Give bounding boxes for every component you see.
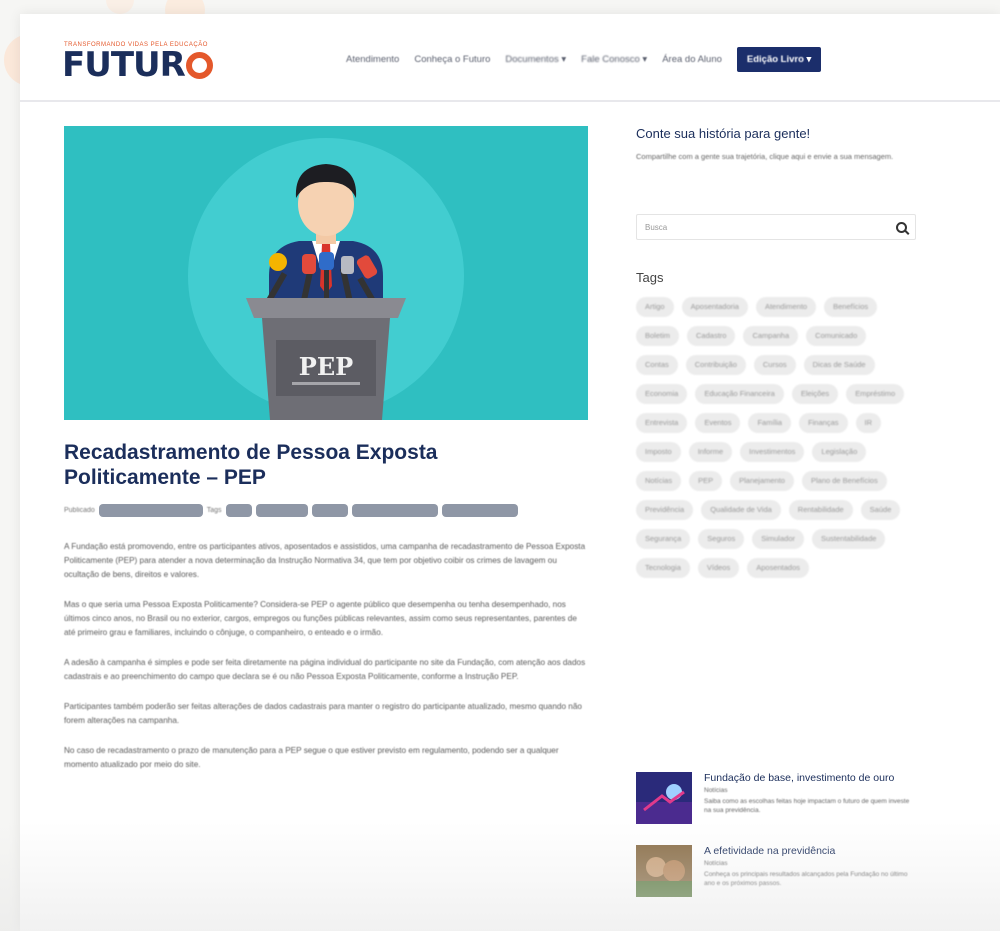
tag-chip[interactable]: Atendimento bbox=[755, 297, 817, 317]
tag-chip[interactable]: Comunicado bbox=[806, 326, 867, 346]
tag-chip[interactable]: Cursos bbox=[753, 355, 796, 375]
tag-chip[interactable]: Legislação bbox=[812, 442, 867, 462]
tag-chip[interactable]: Tecnologia bbox=[636, 558, 690, 578]
tag-chip[interactable]: Finanças bbox=[799, 413, 848, 433]
tag-chip[interactable]: Saúde bbox=[860, 500, 901, 520]
category-pill[interactable] bbox=[98, 504, 203, 517]
tags-title: Tags bbox=[636, 270, 664, 285]
article-title: Recadastramento de Pessoa Exposta Politi… bbox=[64, 441, 438, 489]
tag-chip[interactable]: Empréstimo bbox=[846, 384, 905, 404]
nav-item-atendimento[interactable]: Atendimento bbox=[346, 54, 399, 65]
site-logo[interactable]: TRANSFORMANDO VIDAS PELA EDUCAÇÃO FUTUR bbox=[62, 42, 213, 82]
story-text[interactable]: Compartilhe com a gente sua trajetória, … bbox=[636, 151, 916, 162]
tag-chip[interactable]: Educação Financeira bbox=[695, 384, 784, 404]
meta-prefix: Publicado bbox=[64, 507, 95, 514]
tag-chip[interactable]: Artigo bbox=[636, 297, 674, 317]
post-meta: Notícias bbox=[704, 860, 728, 867]
paragraph: A adesão à campanha é simples e pode ser… bbox=[64, 658, 586, 681]
tag-chip[interactable]: Cadastro bbox=[687, 326, 736, 346]
tag-chip[interactable]: Boletim bbox=[636, 326, 680, 346]
tag-chip[interactable]: Aposentadoria bbox=[681, 297, 748, 317]
tag-chip[interactable]: Contas bbox=[636, 355, 678, 375]
post-title[interactable]: Fundação de base, investimento de ouro bbox=[704, 772, 916, 784]
post-excerpt: Conheça os principais resultados alcança… bbox=[704, 871, 908, 887]
tag-pill[interactable] bbox=[351, 504, 438, 517]
site-header: TRANSFORMANDO VIDAS PELA EDUCAÇÃO FUTUR … bbox=[20, 14, 1000, 102]
tag-chip[interactable]: Dicas de Saúde bbox=[803, 355, 875, 375]
nav-item-fale-conosco[interactable]: Fale Conosco ▾ bbox=[581, 54, 647, 65]
nav-item-area-aluno[interactable]: Área do Aluno bbox=[662, 54, 722, 65]
tag-pill[interactable] bbox=[225, 504, 252, 517]
tag-chip[interactable]: Segurança bbox=[636, 529, 691, 549]
nav-item-documentos[interactable]: Documentos ▾ bbox=[505, 54, 566, 65]
article-body: A Fundação está promovendo, entre os par… bbox=[64, 540, 588, 788]
tag-chip[interactable]: Eleições bbox=[791, 384, 839, 404]
tag-chip[interactable]: Plano de Benefícios bbox=[801, 471, 887, 491]
tag-chip[interactable]: Rentabilidade bbox=[788, 500, 853, 520]
paragraph: No caso de recadastramento o prazo de ma… bbox=[64, 746, 559, 769]
sidebar: Conte sua história para gente! Compartil… bbox=[636, 126, 916, 578]
tag-chip[interactable]: Previdência bbox=[636, 500, 694, 520]
tag-chip[interactable]: Aposentados bbox=[747, 558, 810, 578]
hero-image: PEP bbox=[64, 126, 588, 420]
logo-wordmark: FUTUR bbox=[62, 48, 213, 82]
post-excerpt: Saiba como as escolhas feitas hoje impac… bbox=[704, 798, 910, 814]
post-thumbnail[interactable] bbox=[636, 845, 692, 897]
tag-pill[interactable] bbox=[255, 504, 308, 517]
tag-chip[interactable]: Sustentabilidade bbox=[811, 529, 886, 549]
podium-text: PEP bbox=[299, 352, 353, 381]
search-input[interactable]: Busca bbox=[636, 214, 916, 240]
tag-chip[interactable]: Campanha bbox=[743, 326, 799, 346]
main-nav: Atendimento Conheça o Futuro Documentos … bbox=[346, 47, 822, 72]
paragraph: Participantes também poderão ser feitas … bbox=[64, 702, 582, 725]
meta-mid: Tags bbox=[206, 507, 222, 514]
paragraph: A Fundação está promovendo, entre os par… bbox=[64, 542, 586, 579]
recent-post[interactable]: A efetividade na previdência Notícias Co… bbox=[636, 845, 916, 897]
tag-chip[interactable]: Família bbox=[748, 413, 792, 433]
nav-item-conheca[interactable]: Conheça o Futuro bbox=[414, 54, 490, 65]
recent-post[interactable]: Fundação de base, investimento de ouro N… bbox=[636, 772, 916, 824]
article-meta: Publicado Tags bbox=[64, 504, 518, 517]
tag-pill[interactable] bbox=[311, 504, 348, 517]
post-meta: Notícias bbox=[704, 787, 728, 794]
tag-chip[interactable]: Entrevista bbox=[636, 413, 688, 433]
logo-o-icon bbox=[185, 51, 213, 79]
paragraph: Mas o que seria uma Pessoa Exposta Polit… bbox=[64, 600, 577, 637]
story-title: Conte sua história para gente! bbox=[636, 126, 811, 141]
tag-chip[interactable]: Contribuição bbox=[685, 355, 746, 375]
tag-cloud: Artigo Aposentadoria Atendimento Benefícios… bbox=[636, 297, 906, 578]
cta-button[interactable]: Edição Livro ▾ bbox=[736, 47, 822, 72]
search-placeholder: Busca bbox=[645, 222, 668, 232]
tag-chip[interactable]: Planejamento bbox=[730, 471, 794, 491]
tag-chip[interactable]: Qualidade de Vida bbox=[701, 500, 781, 520]
tag-chip[interactable]: Simulador bbox=[752, 529, 804, 549]
tag-chip[interactable]: Economia bbox=[636, 384, 688, 404]
tag-chip[interactable]: Vídeos bbox=[697, 558, 740, 578]
tag-chip[interactable]: Informe bbox=[688, 442, 733, 462]
tag-chip[interactable]: IR bbox=[855, 413, 881, 433]
tag-chip[interactable]: Eventos bbox=[695, 413, 741, 433]
tag-chip[interactable]: Benefícios bbox=[824, 297, 878, 317]
tag-chip[interactable]: Imposto bbox=[636, 442, 681, 462]
post-title[interactable]: A efetividade na previdência bbox=[704, 845, 916, 857]
tag-pill[interactable] bbox=[441, 504, 518, 517]
tag-chip[interactable]: Investimentos bbox=[740, 442, 805, 462]
tag-chip[interactable]: PEP bbox=[689, 471, 723, 491]
post-thumbnail[interactable] bbox=[636, 772, 692, 824]
tag-chip[interactable]: Seguros bbox=[698, 529, 745, 549]
tag-chip[interactable]: Notícias bbox=[636, 471, 682, 491]
search-icon[interactable] bbox=[896, 221, 907, 233]
